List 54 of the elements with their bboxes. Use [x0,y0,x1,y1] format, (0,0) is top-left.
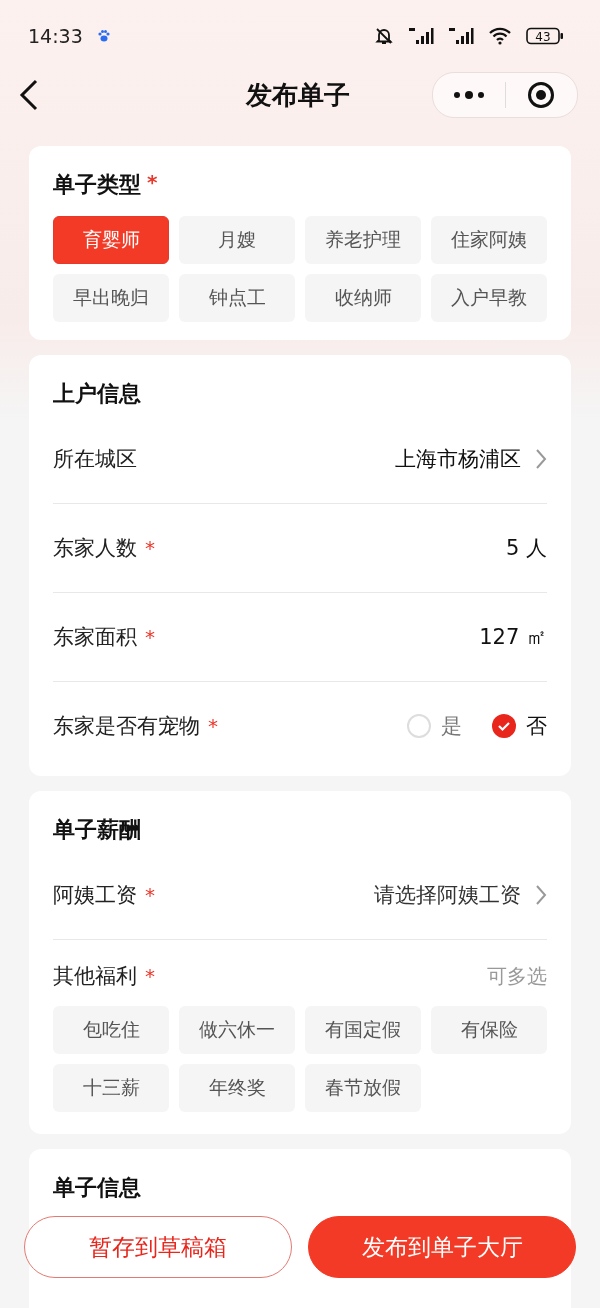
field-label: 所在城区 [53,446,137,473]
benefit-chip[interactable]: 春节放假 [305,1064,421,1112]
required-mark: * [145,625,155,649]
section-title: 单子类型 [53,171,141,199]
required-mark: * [147,170,158,196]
signal-icon [408,26,434,46]
more-icon[interactable] [452,91,485,99]
required-mark: * [208,714,218,738]
chevron-right-icon [535,448,547,470]
type-chip[interactable]: 钟点工 [179,274,295,322]
benefit-chip[interactable]: 十三薪 [53,1064,169,1112]
wifi-icon [488,27,512,45]
page-title: 发布单子 [246,78,350,112]
save-draft-button[interactable]: 暂存到草稿箱 [24,1216,292,1278]
benefit-chip[interactable]: 年终奖 [179,1064,295,1112]
back-icon[interactable] [18,78,40,112]
field-value: 127 ㎡ [479,624,547,651]
section-title: 上户信息 [53,380,141,408]
type-chip[interactable]: 育婴师 [53,216,169,264]
publish-button[interactable]: 发布到单子大厅 [308,1216,576,1278]
benefit-chip[interactable]: 做六休一 [179,1006,295,1054]
required-mark: * [145,883,155,907]
select-row[interactable]: 阿姨工资 * 请选择阿姨工资 [53,851,547,940]
field-label: 阿姨工资 [53,882,137,909]
type-chip[interactable]: 养老护理 [305,216,421,264]
chevron-right-icon [535,884,547,906]
paw-icon [96,29,111,43]
field-value: 上海市杨浦区 [395,446,521,473]
radio-option[interactable]: 否 [492,712,547,740]
type-chip[interactable]: 入户早教 [431,274,547,322]
type-chip[interactable]: 住家阿姨 [431,216,547,264]
section-title: 单子薪酬 [53,816,141,844]
field-hint: 可多选 [487,962,547,990]
type-chip[interactable]: 早出晚归 [53,274,169,322]
bell-muted-icon [374,26,394,46]
field-placeholder: 请选择阿姨工资 [374,882,521,909]
field-label: 东家是否有宠物 [53,713,200,740]
benefit-chip[interactable]: 有保险 [431,1006,547,1054]
type-chip[interactable]: 收纳师 [305,274,421,322]
required-mark: * [145,964,155,988]
benefit-chip[interactable]: 有国定假 [305,1006,421,1054]
field-label: 东家人数 [53,535,137,562]
field-label: 其他福利 [53,963,137,990]
status-time: 14:33 [28,25,83,47]
select-row[interactable]: 所在城区 上海市杨浦区 [53,415,547,504]
radio-option[interactable]: 是 [407,712,462,740]
benefit-chip[interactable]: 包吃住 [53,1006,169,1054]
field-value: 5 人 [505,535,547,562]
section-title: 单子信息 [53,1174,141,1202]
required-mark: * [145,536,155,560]
signal-icon [448,26,474,46]
field-label: 东家面积 [53,624,137,651]
type-chip[interactable]: 月嫂 [179,216,295,264]
close-icon[interactable] [527,81,556,109]
